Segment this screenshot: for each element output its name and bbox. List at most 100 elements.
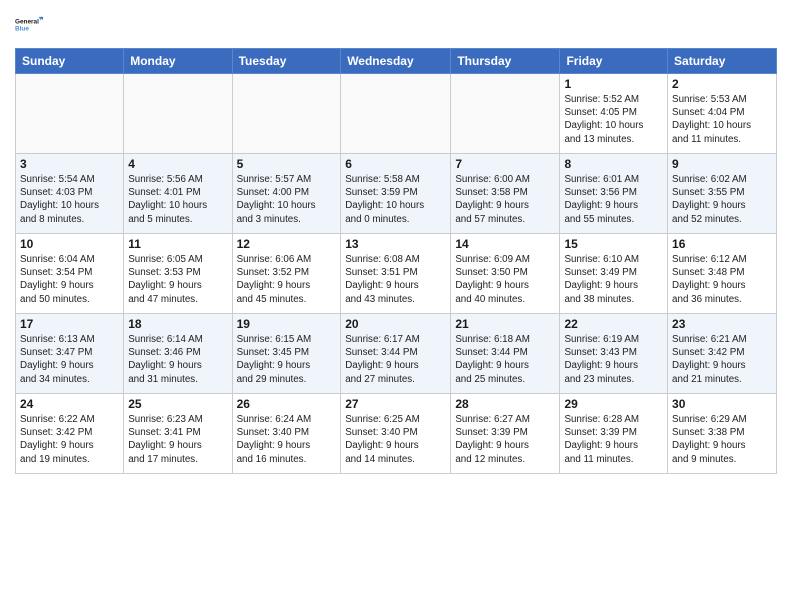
col-header-wednesday: Wednesday — [341, 49, 451, 74]
day-number: 7 — [455, 157, 555, 171]
day-cell: 19 Sunrise: 6:15 AMSunset: 3:45 PMDayligh… — [232, 314, 341, 394]
day-number: 9 — [672, 157, 772, 171]
day-info: Sunrise: 6:25 AMSunset: 3:40 PMDaylight:… — [345, 413, 446, 466]
day-number: 6 — [345, 157, 446, 171]
day-cell: 29Sunrise: 6:28 AMSunset: 3:39 PMDayligh… — [560, 394, 668, 474]
day-cell: 7 Sunrise: 6:00 AMSunset: 3:58 PMDaylight… — [451, 154, 560, 234]
day-number: 28 — [455, 397, 555, 411]
day-cell: 22Sunrise: 6:19 AMSunset: 3:43 PMDayligh… — [560, 314, 668, 394]
col-header-thursday: Thursday — [451, 49, 560, 74]
page: GeneralBlue SundayMondayTuesdayWednesday… — [0, 0, 792, 612]
day-number: 4 — [128, 157, 227, 171]
day-cell: 16 Sunrise: 6:12 AMSunset: 3:48 PMDayligh… — [668, 234, 777, 314]
day-info: Sunrise: 6:12 AMSunset: 3:48 PMDaylight:… — [672, 253, 772, 306]
day-info: Sunrise: 5:58 AMSunset: 3:59 PMDaylight:… — [345, 173, 446, 226]
day-number: 27 — [345, 397, 446, 411]
day-cell — [16, 74, 124, 154]
day-cell: 17 Sunrise: 6:13 AMSunset: 3:47 PMDayligh… — [16, 314, 124, 394]
calendar: SundayMondayTuesdayWednesdayThursdayFrid… — [15, 48, 777, 474]
day-cell: 9 Sunrise: 6:02 AMSunset: 3:55 PMDaylight… — [668, 154, 777, 234]
day-number: 13 — [345, 237, 446, 251]
col-header-monday: Monday — [124, 49, 232, 74]
day-cell: 18 Sunrise: 6:14 AMSunset: 3:46 PMDayligh… — [124, 314, 232, 394]
day-number: 24 — [20, 397, 119, 411]
week-row-3: 17 Sunrise: 6:13 AMSunset: 3:47 PMDayligh… — [16, 314, 777, 394]
day-cell: 28 Sunrise: 6:27 AMSunset: 3:39 PMDayligh… — [451, 394, 560, 474]
day-info: Sunrise: 6:00 AMSunset: 3:58 PMDaylight:… — [455, 173, 555, 226]
week-row-4: 24 Sunrise: 6:22 AMSunset: 3:42 PMDayligh… — [16, 394, 777, 474]
day-info: Sunrise: 6:06 AMSunset: 3:52 PMDaylight:… — [237, 253, 337, 306]
day-cell: 21 Sunrise: 6:18 AMSunset: 3:44 PMDayligh… — [451, 314, 560, 394]
day-number: 12 — [237, 237, 337, 251]
header-row: SundayMondayTuesdayWednesdayThursdayFrid… — [16, 49, 777, 74]
day-number: 19 — [237, 317, 337, 331]
day-info: Sunrise: 6:18 AMSunset: 3:44 PMDaylight:… — [455, 333, 555, 386]
day-cell: 2 Sunrise: 5:53 AMSunset: 4:04 PMDaylight… — [668, 74, 777, 154]
day-info: Sunrise: 5:53 AMSunset: 4:04 PMDaylight:… — [672, 93, 772, 146]
day-info: Sunrise: 6:09 AMSunset: 3:50 PMDaylight:… — [455, 253, 555, 306]
day-info: Sunrise: 6:29 AMSunset: 3:38 PMDaylight:… — [672, 413, 772, 466]
day-cell: 4 Sunrise: 5:56 AMSunset: 4:01 PMDaylight… — [124, 154, 232, 234]
day-number: 3 — [20, 157, 119, 171]
day-info: Sunrise: 6:14 AMSunset: 3:46 PMDaylight:… — [128, 333, 227, 386]
day-number: 11 — [128, 237, 227, 251]
day-cell: 20 Sunrise: 6:17 AMSunset: 3:44 PMDayligh… — [341, 314, 451, 394]
col-header-sunday: Sunday — [16, 49, 124, 74]
day-number: 30 — [672, 397, 772, 411]
day-info: Sunrise: 6:10 AMSunset: 3:49 PMDaylight:… — [564, 253, 663, 306]
day-info: Sunrise: 6:05 AMSunset: 3:53 PMDaylight:… — [128, 253, 227, 306]
day-info: Sunrise: 6:04 AMSunset: 3:54 PMDaylight:… — [20, 253, 119, 306]
day-info: Sunrise: 6:22 AMSunset: 3:42 PMDaylight:… — [20, 413, 119, 466]
day-info: Sunrise: 6:13 AMSunset: 3:47 PMDaylight:… — [20, 333, 119, 386]
day-cell: 15 Sunrise: 6:10 AMSunset: 3:49 PMDayligh… — [560, 234, 668, 314]
logo: GeneralBlue — [15, 10, 45, 40]
day-info: Sunrise: 6:27 AMSunset: 3:39 PMDaylight:… — [455, 413, 555, 466]
day-cell: 13 Sunrise: 6:08 AMSunset: 3:51 PMDayligh… — [341, 234, 451, 314]
svg-text:Blue: Blue — [15, 26, 29, 33]
day-info: Sunrise: 6:08 AMSunset: 3:51 PMDaylight:… — [345, 253, 446, 306]
week-row-1: 3 Sunrise: 5:54 AMSunset: 4:03 PMDaylight… — [16, 154, 777, 234]
day-info: Sunrise: 6:21 AMSunset: 3:42 PMDaylight:… — [672, 333, 772, 386]
day-cell: 25 Sunrise: 6:23 AMSunset: 3:41 PMDayligh… — [124, 394, 232, 474]
day-info: Sunrise: 5:56 AMSunset: 4:01 PMDaylight:… — [128, 173, 227, 226]
day-cell: 8Sunrise: 6:01 AMSunset: 3:56 PMDaylight… — [560, 154, 668, 234]
day-number: 26 — [237, 397, 337, 411]
col-header-friday: Friday — [560, 49, 668, 74]
day-number: 20 — [345, 317, 446, 331]
day-number: 14 — [455, 237, 555, 251]
day-cell: 24 Sunrise: 6:22 AMSunset: 3:42 PMDayligh… — [16, 394, 124, 474]
day-cell: 30 Sunrise: 6:29 AMSunset: 3:38 PMDayligh… — [668, 394, 777, 474]
day-info: Sunrise: 5:54 AMSunset: 4:03 PMDaylight:… — [20, 173, 119, 226]
day-number: 25 — [128, 397, 227, 411]
day-info: Sunrise: 6:24 AMSunset: 3:40 PMDaylight:… — [237, 413, 337, 466]
day-number: 29 — [564, 397, 663, 411]
day-number: 1 — [564, 77, 663, 91]
day-cell: 12 Sunrise: 6:06 AMSunset: 3:52 PMDayligh… — [232, 234, 341, 314]
day-number: 21 — [455, 317, 555, 331]
week-row-0: 1 Sunrise: 5:52 AMSunset: 4:05 PMDaylight… — [16, 74, 777, 154]
day-number: 17 — [20, 317, 119, 331]
day-info: Sunrise: 6:17 AMSunset: 3:44 PMDaylight:… — [345, 333, 446, 386]
day-cell — [451, 74, 560, 154]
day-cell: 14 Sunrise: 6:09 AMSunset: 3:50 PMDayligh… — [451, 234, 560, 314]
day-cell: 3 Sunrise: 5:54 AMSunset: 4:03 PMDaylight… — [16, 154, 124, 234]
day-number: 15 — [564, 237, 663, 251]
day-info: Sunrise: 6:15 AMSunset: 3:45 PMDaylight:… — [237, 333, 337, 386]
col-header-tuesday: Tuesday — [232, 49, 341, 74]
day-cell: 5Sunrise: 5:57 AMSunset: 4:00 PMDaylight… — [232, 154, 341, 234]
day-number: 5 — [237, 157, 337, 171]
col-header-saturday: Saturday — [668, 49, 777, 74]
day-cell — [341, 74, 451, 154]
day-number: 18 — [128, 317, 227, 331]
day-number: 2 — [672, 77, 772, 91]
day-info: Sunrise: 6:01 AMSunset: 3:56 PMDaylight:… — [564, 173, 663, 226]
day-number: 16 — [672, 237, 772, 251]
day-info: Sunrise: 6:19 AMSunset: 3:43 PMDaylight:… — [564, 333, 663, 386]
svg-text:General: General — [15, 19, 39, 26]
day-info: Sunrise: 6:23 AMSunset: 3:41 PMDaylight:… — [128, 413, 227, 466]
day-cell: 26 Sunrise: 6:24 AMSunset: 3:40 PMDayligh… — [232, 394, 341, 474]
logo-icon: GeneralBlue — [15, 10, 45, 40]
week-row-2: 10Sunrise: 6:04 AMSunset: 3:54 PMDayligh… — [16, 234, 777, 314]
day-info: Sunrise: 6:02 AMSunset: 3:55 PMDaylight:… — [672, 173, 772, 226]
day-info: Sunrise: 5:52 AMSunset: 4:05 PMDaylight:… — [564, 93, 663, 146]
